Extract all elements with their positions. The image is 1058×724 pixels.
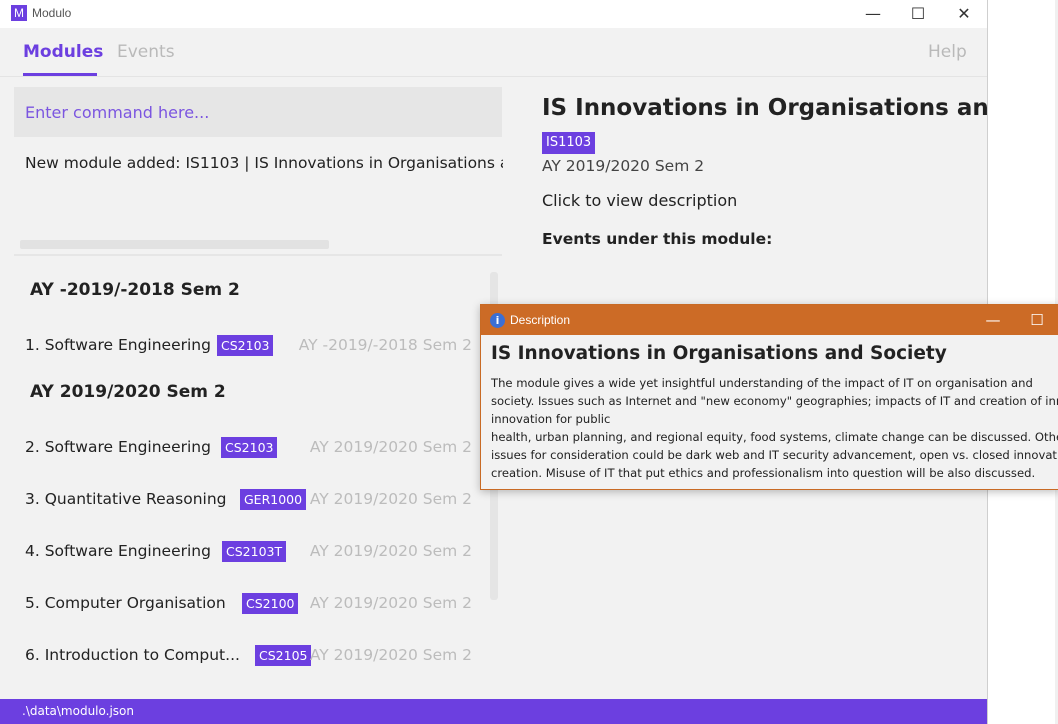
tab-bar: Modules Events Help (0, 28, 987, 77)
description-line: issues for consideration could be dark w… (491, 448, 1058, 462)
module-code-badge: CS2103 (221, 437, 278, 458)
module-name: 4. Software Engineering (25, 542, 211, 560)
description-text: The module gives a wide yet insightful u… (491, 374, 1058, 482)
divider (14, 254, 502, 256)
status-bar: .\data\modulo.json (0, 699, 987, 724)
description-heading: IS Innovations in Organisations and Soci… (491, 343, 947, 364)
result-horizontal-scrollbar[interactable] (20, 240, 329, 249)
module-name: 3. Quantitative Reasoning (25, 490, 227, 508)
view-description-link[interactable]: Click to view description (542, 191, 737, 210)
description-minimize-button[interactable]: — (973, 308, 1013, 332)
close-button[interactable]: ✕ (941, 2, 987, 26)
module-semester: AY 2019/2020 Sem 2 (309, 490, 472, 508)
module-code-badge: CS2103 (217, 335, 274, 356)
module-detail-title: IS Innovations in Organisations and Soci… (542, 95, 987, 121)
module-semester: AY 2019/2020 Sem 2 (309, 438, 472, 456)
module-list-item[interactable]: 1. Software Engineering CS2103 AY -2019/-2… (14, 330, 489, 362)
module-list-item[interactable]: 5. Computer Organisation CS2100 AY 2019/20… (14, 588, 489, 620)
module-code-badge: GER1000 (240, 489, 307, 510)
module-semester: AY 2019/2020 Sem 2 (309, 594, 472, 612)
command-input[interactable] (14, 87, 502, 137)
module-name: 5. Computer Organisation (25, 594, 226, 612)
semester-group-header: AY -2019/-2018 Sem 2 (30, 280, 240, 300)
active-tab-indicator (23, 73, 97, 76)
module-code-badge: CS2105 (255, 645, 312, 666)
result-display: New module added: IS1103 | IS Innovation… (25, 154, 503, 172)
window-title: Modulo (32, 6, 72, 20)
description-line: society. Issues such as Internet and "ne… (491, 394, 1058, 408)
description-window-title: Description (510, 313, 571, 327)
command-box (14, 87, 502, 137)
title-bar: M Modulo — ☐ ✕ (0, 0, 987, 28)
module-code-badge: CS2100 (242, 593, 299, 614)
semester-group-header: AY 2019/2020 Sem 2 (30, 382, 226, 402)
minimize-button[interactable]: — (850, 2, 896, 26)
module-name: 1. Software Engineering (25, 336, 211, 354)
tab-events[interactable]: Events (117, 42, 175, 62)
module-code-badge: CS2103T (222, 541, 287, 562)
help-menu[interactable]: Help (928, 42, 967, 62)
maximize-button[interactable]: ☐ (895, 2, 941, 26)
description-window: i Description — ☐ IS Innovations in Orga… (480, 304, 1058, 490)
info-icon: i (490, 313, 505, 328)
description-maximize-button[interactable]: ☐ (1017, 308, 1057, 332)
module-name: 2. Software Engineering (25, 438, 211, 456)
description-line: The module gives a wide yet insightful u… (491, 376, 1033, 390)
description-line: innovation for public (491, 412, 611, 426)
events-under-module-heading: Events under this module: (542, 230, 773, 248)
module-list-item[interactable]: 3. Quantitative Reasoning GER1000 AY 2019/… (14, 484, 489, 516)
module-list-item[interactable]: 4. Software Engineering CS2103T AY 2019/20… (14, 536, 489, 568)
app-logo-icon: M (11, 5, 27, 21)
module-name: 6. Introduction to Comput... (25, 646, 240, 664)
module-list-item[interactable]: 6. Introduction to Comput... CS2105 AY 201… (14, 640, 489, 672)
description-line: creation. Misuse of IT that put ethics a… (491, 466, 1036, 480)
module-detail-semester: AY 2019/2020 Sem 2 (542, 157, 705, 175)
module-list-item[interactable]: 2. Software Engineering CS2103 AY 2019/202… (14, 432, 489, 464)
tab-modules[interactable]: Modules (23, 42, 103, 62)
description-title-bar: i Description — ☐ (481, 305, 1058, 335)
data-file-path: .\data\modulo.json (22, 704, 134, 718)
description-line: health, urban planning, and regional equ… (491, 430, 1058, 444)
module-semester: AY -2019/-2018 Sem 2 (298, 336, 472, 354)
module-semester: AY 2019/2020 Sem 2 (309, 646, 472, 664)
module-detail-code-badge: IS1103 (542, 132, 596, 154)
module-semester: AY 2019/2020 Sem 2 (309, 542, 472, 560)
